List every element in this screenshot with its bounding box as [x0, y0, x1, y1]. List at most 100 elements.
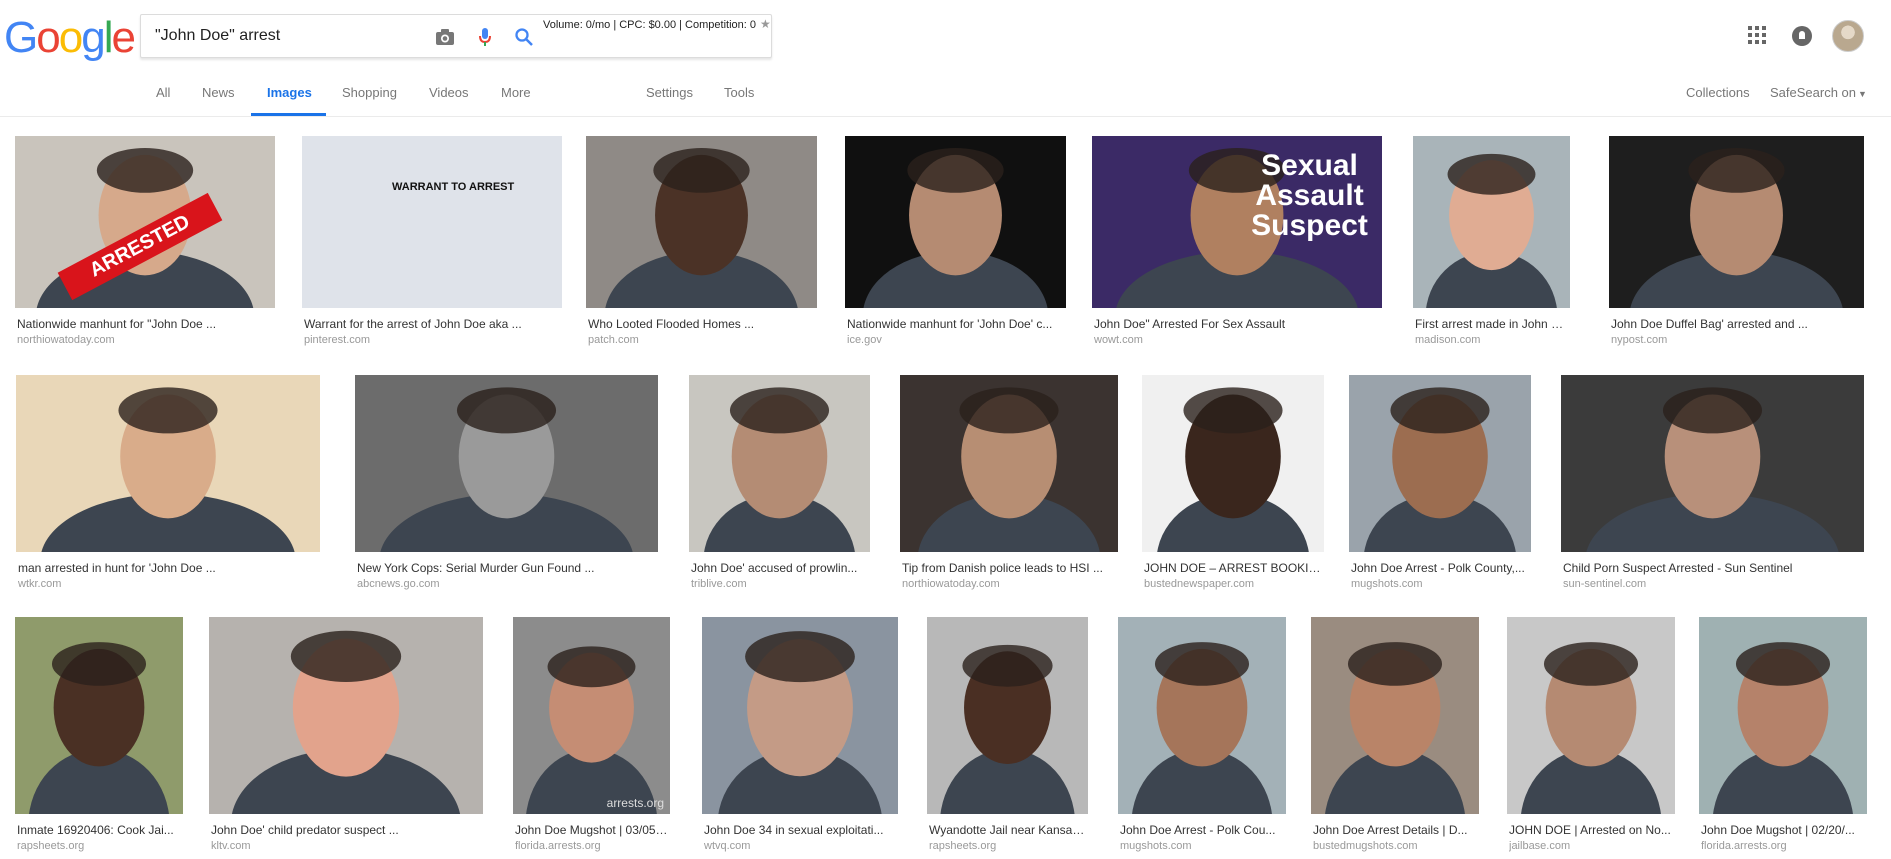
apps-grid-icon[interactable] — [1748, 26, 1766, 44]
result-domain[interactable]: bustednewspaper.com — [1144, 578, 1322, 590]
image-result[interactable]: ARRESTED Nationwide manhunt for "John Doe… — [15, 136, 275, 352]
result-domain[interactable]: mugshots.com — [1351, 578, 1529, 590]
tab-all[interactable]: All — [156, 85, 170, 100]
safesearch-toggle[interactable]: SafeSearch on ▼ — [1770, 85, 1867, 100]
result-caption[interactable]: Tip from Danish police leads to HSI ... — [902, 561, 1116, 575]
result-domain[interactable]: florida.arrests.org — [515, 840, 668, 852]
tab-more[interactable]: More — [501, 85, 531, 100]
star-icon[interactable]: ★ — [760, 17, 771, 31]
result-thumbnail[interactable] — [1118, 617, 1286, 814]
image-result[interactable]: Child Porn Suspect Arrested - Sun Sentin… — [1561, 375, 1864, 596]
result-thumbnail[interactable] — [209, 617, 483, 814]
image-result[interactable]: man arrested in hunt for 'John Doe ... wt… — [16, 375, 320, 596]
microphone-icon[interactable] — [474, 26, 496, 48]
image-result[interactable]: Wyandotte Jail near Kansas... rapsheets.o… — [927, 617, 1088, 858]
result-thumbnail[interactable] — [900, 375, 1118, 552]
result-caption[interactable]: Nationwide manhunt for "John Doe ... — [17, 317, 273, 331]
tab-news[interactable]: News — [202, 85, 235, 100]
notifications-icon[interactable] — [1792, 26, 1812, 46]
result-domain[interactable]: wtkr.com — [18, 578, 318, 590]
result-thumbnail[interactable] — [1349, 375, 1531, 552]
result-thumbnail[interactable] — [1507, 617, 1675, 814]
collections-link[interactable]: Collections — [1686, 85, 1750, 100]
google-logo[interactable]: Google — [4, 14, 136, 62]
result-caption[interactable]: Nationwide manhunt for 'John Doe' c... — [847, 317, 1064, 331]
image-result[interactable]: John Doe Duffel Bag' arrested and ... nyp… — [1609, 136, 1864, 352]
result-domain[interactable]: kltv.com — [211, 840, 481, 852]
result-thumbnail[interactable] — [15, 617, 183, 814]
result-caption[interactable]: John Doe Mugshot | 02/20/... — [1701, 823, 1865, 837]
result-thumbnail[interactable]: ARRESTED — [15, 136, 275, 308]
result-thumbnail[interactable] — [1609, 136, 1864, 308]
result-domain[interactable]: florida.arrests.org — [1701, 840, 1865, 852]
result-caption[interactable]: man arrested in hunt for 'John Doe ... — [18, 561, 318, 575]
result-thumbnail[interactable] — [927, 617, 1088, 814]
image-result[interactable]: Who Looted Flooded Homes ... patch.com — [586, 136, 817, 352]
result-caption[interactable]: Child Porn Suspect Arrested - Sun Sentin… — [1563, 561, 1862, 575]
search-icon[interactable] — [513, 26, 535, 48]
result-caption[interactable]: JOHN DOE – ARREST BOOKIN... — [1144, 561, 1322, 575]
image-result[interactable]: John Doe' accused of prowlin... triblive.… — [689, 375, 870, 596]
result-caption[interactable]: Who Looted Flooded Homes ... — [588, 317, 815, 331]
result-thumbnail[interactable] — [1311, 617, 1479, 814]
tab-images[interactable]: Images — [267, 85, 312, 100]
result-thumbnail[interactable] — [16, 375, 320, 552]
image-result[interactable]: Sexual Assault Suspect John Doe" Arrested… — [1092, 136, 1382, 352]
result-caption[interactable]: John Doe Duffel Bag' arrested and ... — [1611, 317, 1862, 331]
tab-settings[interactable]: Settings — [646, 85, 693, 100]
result-domain[interactable]: wowt.com — [1094, 334, 1380, 346]
image-result[interactable]: arrests.org John Doe Mugshot | 03/05/... f… — [513, 617, 670, 858]
result-domain[interactable]: pinterest.com — [304, 334, 560, 346]
result-caption[interactable]: John Doe 34 in sexual exploitati... — [704, 823, 896, 837]
result-domain[interactable]: sun-sentinel.com — [1563, 578, 1862, 590]
result-caption[interactable]: John Doe Arrest Details | D... — [1313, 823, 1477, 837]
result-thumbnail[interactable] — [1699, 617, 1867, 814]
result-domain[interactable]: rapsheets.org — [17, 840, 181, 852]
result-domain[interactable]: triblive.com — [691, 578, 868, 590]
result-caption[interactable]: Inmate 16920406: Cook Jai... — [17, 823, 181, 837]
image-result[interactable]: Nationwide manhunt for 'John Doe' c... ic… — [845, 136, 1066, 352]
result-caption[interactable]: John Doe" Arrested For Sex Assault — [1094, 317, 1380, 331]
result-domain[interactable]: northiowatoday.com — [17, 334, 273, 346]
result-caption[interactable]: Warrant for the arrest of John Doe aka .… — [304, 317, 560, 331]
image-result[interactable]: John Doe' child predator suspect ... kltv… — [209, 617, 483, 858]
result-thumbnail[interactable] — [1413, 136, 1570, 308]
result-caption[interactable]: New York Cops: Serial Murder Gun Found .… — [357, 561, 656, 575]
result-thumbnail[interactable] — [702, 617, 898, 814]
search-input[interactable] — [155, 25, 415, 47]
camera-icon[interactable] — [434, 26, 456, 48]
result-caption[interactable]: John Doe Mugshot | 03/05/... — [515, 823, 668, 837]
image-result[interactable]: John Doe 34 in sexual exploitati... wtvq.… — [702, 617, 898, 858]
image-result[interactable]: First arrest made in John Do... madison.c… — [1413, 136, 1570, 352]
image-result[interactable]: WARRANT TO ARREST Warrant for the arrest … — [302, 136, 562, 352]
result-thumbnail[interactable]: Sexual Assault Suspect — [1092, 136, 1382, 308]
image-result[interactable]: John Doe Arrest - Polk Cou... mugshots.co… — [1118, 617, 1286, 858]
result-domain[interactable]: bustedmugshots.com — [1313, 840, 1477, 852]
result-domain[interactable]: wtvq.com — [704, 840, 896, 852]
result-domain[interactable]: rapsheets.org — [929, 840, 1086, 852]
image-result[interactable]: New York Cops: Serial Murder Gun Found .… — [355, 375, 658, 596]
image-result[interactable]: John Doe Arrest Details | D... bustedmugs… — [1311, 617, 1479, 858]
result-caption[interactable]: Wyandotte Jail near Kansas... — [929, 823, 1086, 837]
result-thumbnail[interactable] — [1142, 375, 1324, 552]
image-result[interactable]: John Doe Arrest - Polk County,... mugshot… — [1349, 375, 1531, 596]
tab-shopping[interactable]: Shopping — [342, 85, 397, 100]
result-domain[interactable]: abcnews.go.com — [357, 578, 656, 590]
result-thumbnail[interactable] — [586, 136, 817, 308]
result-caption[interactable]: John Doe' child predator suspect ... — [211, 823, 481, 837]
result-thumbnail[interactable]: arrests.org — [513, 617, 670, 814]
result-thumbnail[interactable]: WARRANT TO ARREST — [302, 136, 562, 308]
result-thumbnail[interactable] — [1561, 375, 1864, 552]
result-thumbnail[interactable] — [689, 375, 870, 552]
result-caption[interactable]: John Doe Arrest - Polk County,... — [1351, 561, 1529, 575]
result-domain[interactable]: northiowatoday.com — [902, 578, 1116, 590]
tab-tools[interactable]: Tools — [724, 85, 754, 100]
result-caption[interactable]: First arrest made in John Do... — [1415, 317, 1568, 331]
image-result[interactable]: JOHN DOE | Arrested on No... jailbase.com — [1507, 617, 1675, 858]
result-thumbnail[interactable] — [355, 375, 658, 552]
result-caption[interactable]: John Doe' accused of prowlin... — [691, 561, 868, 575]
result-thumbnail[interactable] — [845, 136, 1066, 308]
image-result[interactable]: JOHN DOE – ARREST BOOKIN... bustednewspap… — [1142, 375, 1324, 596]
result-domain[interactable]: jailbase.com — [1509, 840, 1673, 852]
result-domain[interactable]: ice.gov — [847, 334, 1064, 346]
